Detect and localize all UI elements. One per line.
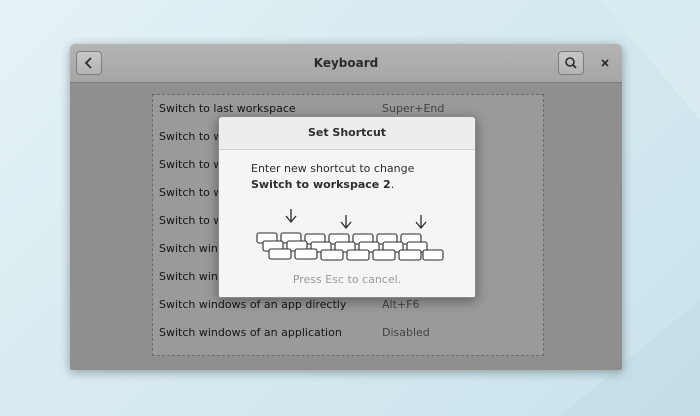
dialog-message-suffix: .	[390, 178, 395, 191]
search-button[interactable]	[558, 51, 584, 75]
window-title: Keyboard	[313, 56, 379, 70]
dialog-message-prefix: Enter new shortcut to change	[251, 162, 415, 175]
search-icon	[565, 57, 577, 69]
dialog-header: Set Shortcut	[219, 117, 475, 150]
dialog-message: Enter new shortcut to change Switch to w…	[251, 161, 451, 193]
dialog-title: Set Shortcut	[307, 126, 387, 139]
header-bar: Keyboard	[70, 44, 622, 83]
shortcut-name: Switch windows of an application	[159, 326, 342, 339]
shortcut-row[interactable]: Switch windows of an application Disable…	[153, 319, 543, 347]
set-shortcut-dialog: Set Shortcut Enter new shortcut to chang…	[218, 116, 476, 298]
shortcut-accelerator: Disabled	[382, 326, 430, 339]
dialog-message-target: Switch to workspace 2	[251, 178, 391, 191]
close-icon	[601, 59, 609, 67]
cancel-hint: Press Esc to cancel.	[292, 273, 402, 286]
close-button[interactable]	[592, 51, 618, 75]
keyboard-illustration-icon	[256, 209, 444, 261]
